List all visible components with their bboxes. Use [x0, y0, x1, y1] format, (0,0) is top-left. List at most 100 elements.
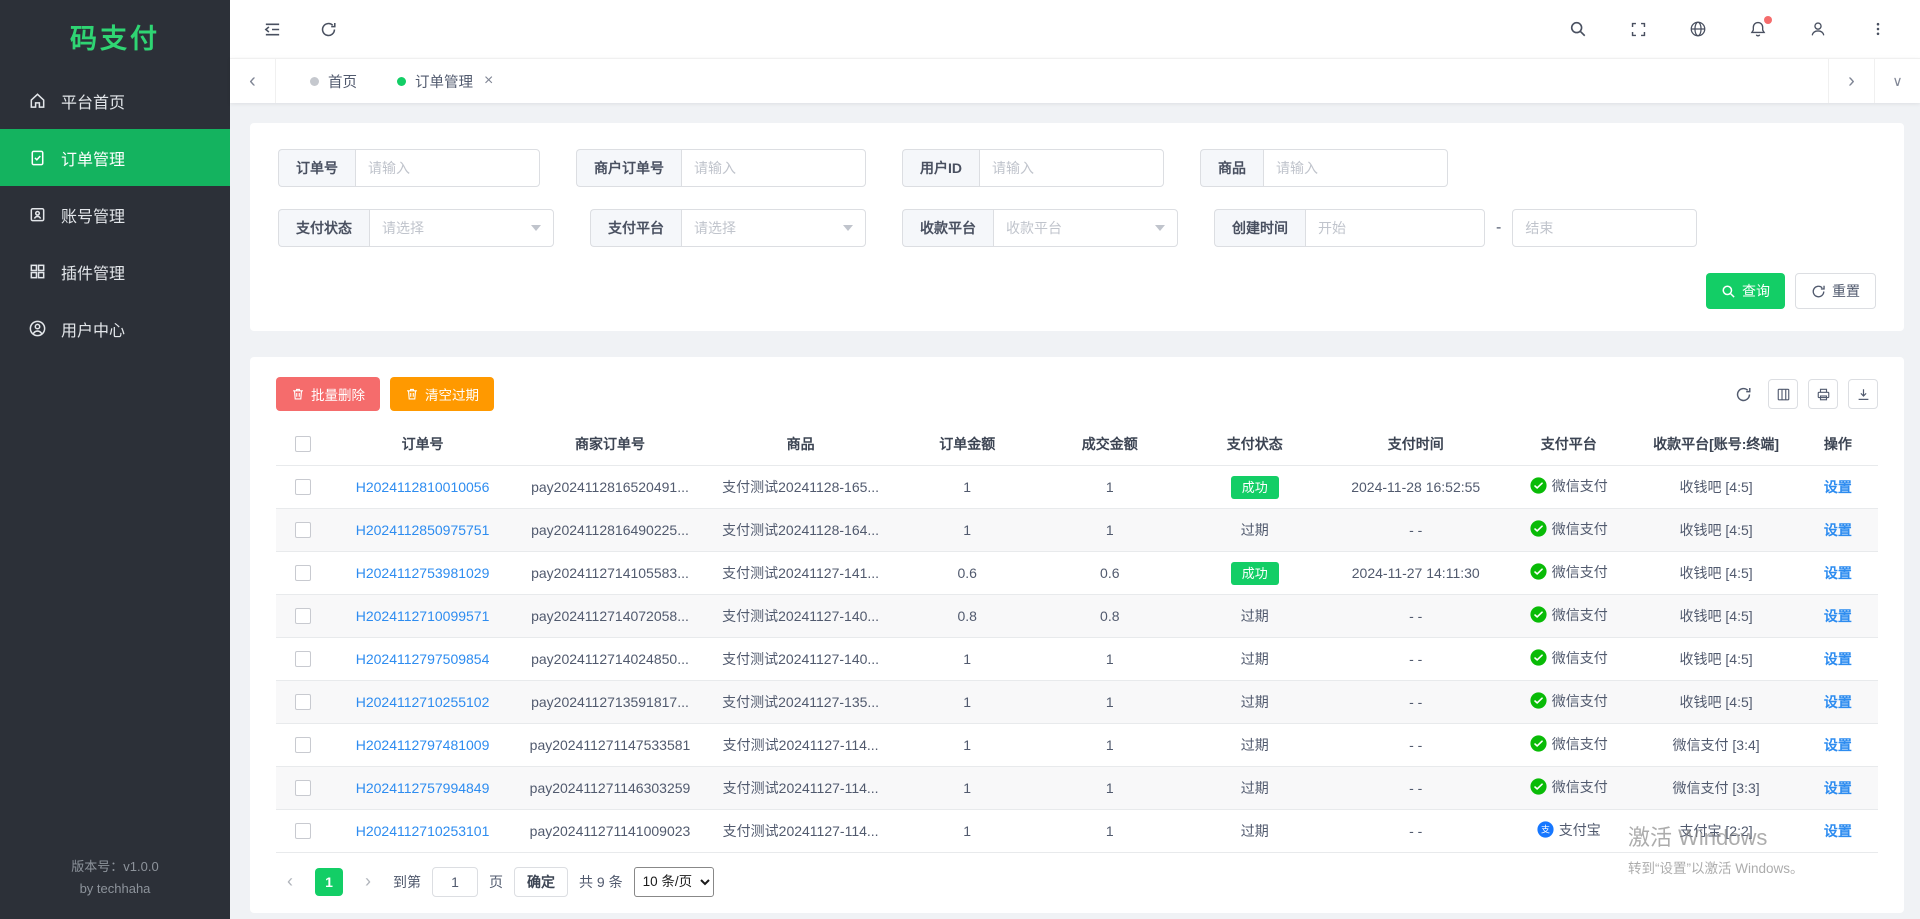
- chevron-down-icon: [843, 225, 853, 231]
- page-size-select[interactable]: 10 条/页: [634, 867, 714, 897]
- settings-link[interactable]: 设置: [1824, 694, 1852, 710]
- prev-page-button[interactable]: ‹: [276, 868, 304, 896]
- order-no-link[interactable]: H2024112797509854: [356, 651, 490, 667]
- receive-platform-cell: 微信支付 [3:4]: [1634, 723, 1797, 766]
- sidebar-item-user-center[interactable]: 用户中心: [0, 300, 230, 357]
- confirm-page-button[interactable]: 确定: [514, 867, 568, 897]
- create-time-start-input[interactable]: [1305, 209, 1485, 247]
- next-page-button[interactable]: ›: [354, 868, 382, 896]
- actions-cell: 设置: [1798, 723, 1878, 766]
- tab-label: 首页: [328, 71, 357, 92]
- settings-link[interactable]: 设置: [1824, 479, 1852, 495]
- settings-link[interactable]: 设置: [1824, 651, 1852, 667]
- order-no-link[interactable]: H2024112710099571: [356, 608, 490, 624]
- status-text: 过期: [1241, 608, 1269, 624]
- order-no-cell: H2024112710099571: [330, 594, 514, 637]
- order-no-link[interactable]: H2024112710253101: [356, 823, 490, 839]
- row-checkbox[interactable]: [295, 823, 311, 839]
- select-cell: [276, 551, 330, 594]
- print-icon[interactable]: [1808, 379, 1838, 409]
- notification-icon[interactable]: [1746, 17, 1770, 41]
- sidebar-item-home[interactable]: 平台首页: [0, 72, 230, 129]
- filter-pay-status: 支付状态 请选择: [278, 209, 554, 247]
- product-input[interactable]: [1263, 149, 1448, 187]
- tabs-menu-button[interactable]: ∨: [1874, 59, 1920, 103]
- create-time-end-input[interactable]: [1512, 209, 1697, 247]
- columns-icon[interactable]: [1768, 379, 1798, 409]
- reset-button[interactable]: 重置: [1795, 273, 1876, 309]
- order-no-link[interactable]: H2024112797481009: [356, 737, 490, 753]
- filter-row-2: 支付状态 请选择 支付平台 请选择 收款平台: [278, 209, 1876, 247]
- receive-platform-cell: 微信支付 [3:3]: [1634, 766, 1797, 809]
- clear-expired-button[interactable]: 清空过期: [390, 377, 494, 411]
- sidebar-item-plugins[interactable]: 插件管理: [0, 243, 230, 300]
- merchant-order-no-cell: pay202411271141009023: [515, 809, 706, 852]
- reset-button-label: 重置: [1832, 281, 1860, 301]
- merchant-order-no-input[interactable]: [681, 149, 866, 187]
- total-count-label: 共 9 条: [579, 872, 623, 892]
- batch-delete-button[interactable]: 批量删除: [276, 377, 380, 411]
- order-no-link[interactable]: H2024112810010056: [356, 479, 490, 495]
- search-button[interactable]: 查询: [1706, 273, 1785, 309]
- user-id-input[interactable]: [979, 149, 1164, 187]
- collapse-sidebar-icon[interactable]: [260, 17, 284, 41]
- page-number-button[interactable]: 1: [315, 868, 343, 896]
- filter-order-no-label: 订单号: [278, 149, 355, 187]
- row-checkbox[interactable]: [295, 479, 311, 495]
- settings-link[interactable]: 设置: [1824, 565, 1852, 581]
- language-icon[interactable]: [1686, 17, 1710, 41]
- svg-text:支: 支: [1541, 824, 1550, 835]
- order-no-link[interactable]: H2024112757994849: [356, 780, 490, 796]
- order-no-link[interactable]: H2024112710255102: [356, 694, 490, 710]
- tab-home[interactable]: 首页: [290, 59, 377, 103]
- select-placeholder: 请选择: [694, 218, 736, 238]
- row-checkbox[interactable]: [295, 651, 311, 667]
- refresh-page-icon[interactable]: [316, 17, 340, 41]
- tab-dot-icon: [397, 77, 406, 86]
- refresh-table-icon[interactable]: [1728, 379, 1758, 409]
- table-row: H2024112753981029pay2024112714105583...支…: [276, 551, 1878, 594]
- settings-link[interactable]: 设置: [1824, 780, 1852, 796]
- receive-platform-select[interactable]: 收款平台: [993, 209, 1178, 247]
- order-no-link[interactable]: H2024112850975751: [356, 522, 490, 538]
- settings-link[interactable]: 设置: [1824, 522, 1852, 538]
- more-icon[interactable]: [1866, 17, 1890, 41]
- pay-platform-label: 支付宝: [1559, 820, 1601, 840]
- fullscreen-icon[interactable]: [1626, 17, 1650, 41]
- row-checkbox[interactable]: [295, 565, 311, 581]
- pay-platform-label: 微信支付: [1552, 476, 1608, 496]
- select-all-checkbox[interactable]: [295, 436, 311, 452]
- settings-link[interactable]: 设置: [1824, 823, 1852, 839]
- tabs-scroll-right-button[interactable]: ›: [1828, 59, 1874, 103]
- filter-row-1: 订单号 商户订单号 用户ID 商品: [278, 149, 1876, 187]
- table-row: H2024112797509854pay2024112714024850...支…: [276, 637, 1878, 680]
- tab-order-management[interactable]: 订单管理 ×: [377, 59, 513, 103]
- paid-amount-cell: 0.6: [1038, 551, 1181, 594]
- row-checkbox[interactable]: [295, 737, 311, 753]
- merchant-order-no-cell: pay202411271147533581: [515, 723, 706, 766]
- user-icon[interactable]: [1806, 17, 1830, 41]
- product-cell: 支付测试20241127-114...: [705, 723, 896, 766]
- search-icon[interactable]: [1566, 17, 1590, 41]
- settings-link[interactable]: 设置: [1824, 737, 1852, 753]
- row-checkbox[interactable]: [295, 608, 311, 624]
- pay-platform-label: 微信支付: [1552, 777, 1608, 797]
- row-checkbox[interactable]: [295, 694, 311, 710]
- order-no-link[interactable]: H2024112753981029: [356, 565, 490, 581]
- select-cell: [276, 637, 330, 680]
- sidebar-item-accounts[interactable]: 账号管理: [0, 186, 230, 243]
- pay-status-select[interactable]: 请选择: [369, 209, 554, 247]
- sidebar-item-orders[interactable]: 订单管理: [0, 129, 230, 186]
- order-no-input[interactable]: [355, 149, 540, 187]
- row-checkbox[interactable]: [295, 522, 311, 538]
- settings-link[interactable]: 设置: [1824, 608, 1852, 624]
- goto-page-input[interactable]: [432, 867, 478, 897]
- order-table: 订单号商家订单号商品订单金额成交金额支付状态支付时间支付平台收款平台[账号:终端…: [276, 423, 1878, 853]
- export-icon[interactable]: [1848, 379, 1878, 409]
- content: 订单号 商户订单号 用户ID 商品: [230, 103, 1920, 919]
- tabs-scroll-left-button[interactable]: ‹: [230, 59, 276, 103]
- wechat-pay-icon: [1530, 649, 1547, 666]
- pay-platform-select[interactable]: 请选择: [681, 209, 866, 247]
- row-checkbox[interactable]: [295, 780, 311, 796]
- close-tab-icon[interactable]: ×: [484, 72, 493, 90]
